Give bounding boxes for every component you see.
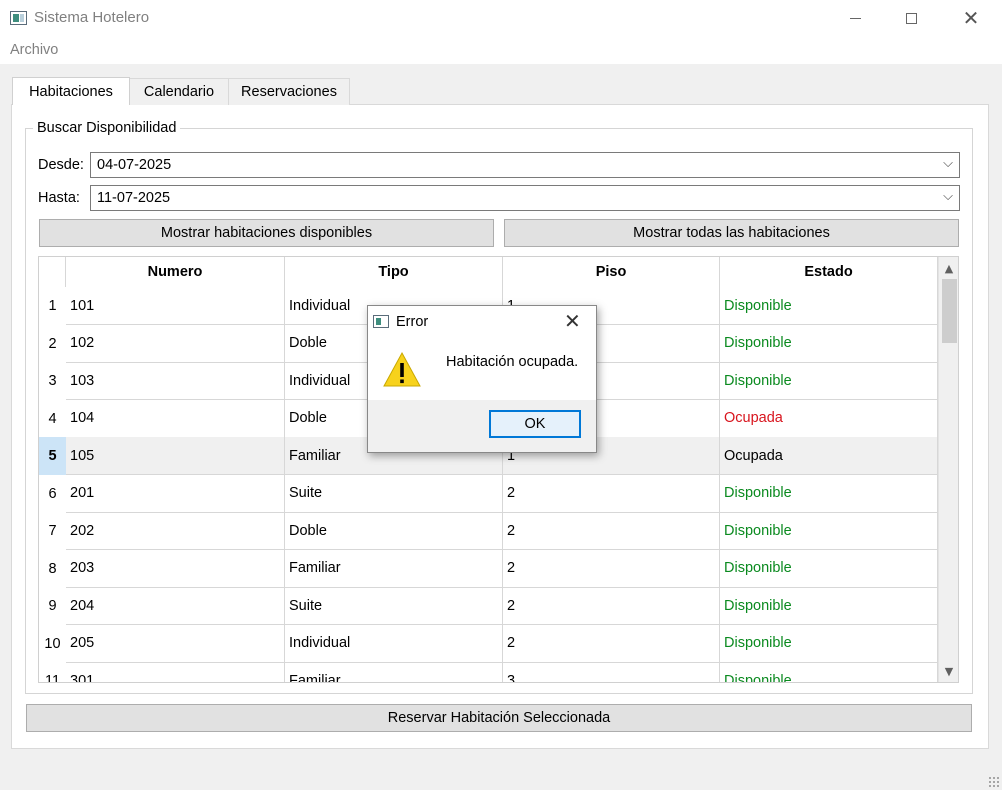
title-bar: Sistema Hotelero ✕ xyxy=(0,0,1002,36)
ok-button[interactable]: OK xyxy=(489,410,581,438)
cell-numero[interactable]: 103 xyxy=(66,362,285,400)
scroll-up-icon[interactable]: ▲ xyxy=(939,259,958,277)
cell-numero[interactable]: 205 xyxy=(66,624,285,663)
row-header[interactable]: 7 xyxy=(39,512,66,550)
warning-icon xyxy=(383,351,421,387)
chevron-down-icon[interactable]: ⌵ xyxy=(943,189,953,204)
row-header[interactable]: 8 xyxy=(39,550,66,588)
maximize-button[interactable] xyxy=(882,0,940,36)
cell-piso[interactable]: 2 xyxy=(503,624,720,663)
table-row[interactable]: 10 205 Individual 2 Disponible xyxy=(39,624,939,663)
dialog-title: Error xyxy=(396,314,429,330)
dialog-message: Habitación ocupada. xyxy=(446,354,579,370)
row-header[interactable]: 6 xyxy=(39,475,66,513)
minimize-button[interactable] xyxy=(826,0,884,36)
cell-estado[interactable]: Disponible xyxy=(720,662,938,682)
table-row[interactable]: 11 301 Familiar 3 Disponible xyxy=(39,662,939,682)
cell-piso[interactable]: 2 xyxy=(503,512,720,550)
cell-numero[interactable]: 301 xyxy=(66,662,285,682)
row-header[interactable]: 11 xyxy=(39,662,66,682)
row-header[interactable]: 5 xyxy=(39,437,66,475)
cell-tipo[interactable]: Suite xyxy=(285,587,503,625)
column-header-numero[interactable]: Numero xyxy=(66,257,285,287)
column-header-piso[interactable]: Piso xyxy=(503,257,720,287)
cell-numero[interactable]: 104 xyxy=(66,399,285,438)
close-button[interactable]: ✕ xyxy=(942,0,1000,36)
cell-estado[interactable]: Ocupada xyxy=(720,399,938,438)
cell-numero[interactable]: 203 xyxy=(66,549,285,588)
cell-estado[interactable]: Ocupada xyxy=(720,437,938,475)
cell-numero[interactable]: 101 xyxy=(66,287,285,325)
row-header[interactable]: 9 xyxy=(39,587,66,625)
table-row[interactable]: 9 204 Suite 2 Disponible xyxy=(39,587,939,625)
cell-numero[interactable]: 105 xyxy=(66,437,285,475)
mostrar-todas-button[interactable]: Mostrar todas las habitaciones xyxy=(504,219,959,247)
cell-tipo[interactable]: Suite xyxy=(285,474,503,513)
cell-numero[interactable]: 102 xyxy=(66,324,285,363)
cell-estado[interactable]: Disponible xyxy=(720,324,938,363)
cell-tipo[interactable]: Familiar xyxy=(285,662,503,682)
tab-reservaciones[interactable]: Reservaciones xyxy=(228,78,350,105)
mostrar-disponibles-button[interactable]: Mostrar habitaciones disponibles xyxy=(39,219,494,247)
row-header[interactable]: 3 xyxy=(39,362,66,400)
maximize-icon xyxy=(905,12,917,24)
cell-estado[interactable]: Disponible xyxy=(720,474,938,513)
chevron-down-icon[interactable]: ⌵ xyxy=(943,156,953,171)
cell-numero[interactable]: 204 xyxy=(66,587,285,625)
vertical-scrollbar[interactable]: ▲ ▼ xyxy=(938,257,958,682)
cell-tipo[interactable]: Doble xyxy=(285,512,503,550)
column-header-tipo[interactable]: Tipo xyxy=(285,257,503,287)
cell-estado[interactable]: Disponible xyxy=(720,287,938,325)
app-icon xyxy=(10,11,27,25)
table-row[interactable]: 6 201 Suite 2 Disponible xyxy=(39,474,939,513)
resize-grip-icon[interactable] xyxy=(988,776,1000,788)
row-header[interactable]: 2 xyxy=(39,325,66,363)
tab-calendario[interactable]: Calendario xyxy=(129,78,229,105)
dialog-body: Habitación ocupada. xyxy=(368,338,596,400)
cell-estado[interactable]: Disponible xyxy=(720,512,938,550)
menu-bar: Archivo xyxy=(0,36,1002,64)
cell-estado[interactable]: Disponible xyxy=(720,362,938,400)
desde-label: Desde: xyxy=(38,157,84,173)
reservar-button[interactable]: Reservar Habitación Seleccionada xyxy=(26,704,972,732)
column-header-estado[interactable]: Estado xyxy=(720,257,938,287)
close-icon: ✕ xyxy=(962,6,980,30)
cell-tipo[interactable]: Familiar xyxy=(285,549,503,588)
table-row[interactable]: 8 203 Familiar 2 Disponible xyxy=(39,549,939,588)
cell-tipo[interactable]: Individual xyxy=(285,624,503,663)
hasta-value: 11-07-2025 xyxy=(97,190,171,206)
scroll-down-icon[interactable]: ▼ xyxy=(939,662,958,680)
tab-habitaciones[interactable]: Habitaciones xyxy=(12,77,130,105)
row-header[interactable]: 4 xyxy=(39,400,66,438)
cell-piso[interactable]: 2 xyxy=(503,587,720,625)
cell-estado[interactable]: Disponible xyxy=(720,624,938,663)
table-row[interactable]: 7 202 Doble 2 Disponible xyxy=(39,512,939,550)
cell-piso[interactable]: 2 xyxy=(503,549,720,588)
desde-value: 04-07-2025 xyxy=(97,157,172,173)
row-header[interactable]: 10 xyxy=(39,625,66,663)
window-title: Sistema Hotelero xyxy=(34,9,150,26)
desde-datepicker[interactable]: 04-07-2025 ⌵ xyxy=(90,152,960,178)
scroll-thumb[interactable] xyxy=(942,279,957,343)
menu-archivo[interactable]: Archivo xyxy=(10,42,58,58)
hasta-datepicker[interactable]: 11-07-2025 ⌵ xyxy=(90,185,960,211)
cell-numero[interactable]: 202 xyxy=(66,512,285,550)
cell-piso[interactable]: 2 xyxy=(503,474,720,513)
row-header[interactable]: 1 xyxy=(39,287,66,325)
grid-header: Numero Tipo Piso Estado xyxy=(39,257,939,287)
cell-estado[interactable]: Disponible xyxy=(720,587,938,625)
dialog-app-icon xyxy=(373,315,389,328)
cell-numero[interactable]: 201 xyxy=(66,474,285,513)
hasta-label: Hasta: xyxy=(38,190,80,206)
close-icon[interactable]: ✕ xyxy=(564,309,581,333)
cell-estado[interactable]: Disponible xyxy=(720,549,938,588)
dialog-title-bar: Error ✕ xyxy=(368,306,596,338)
error-dialog: Error ✕ Habitación ocupada. OK xyxy=(367,305,597,453)
minimize-icon xyxy=(849,17,861,19)
cell-piso[interactable]: 3 xyxy=(503,662,720,682)
group-title: Buscar Disponibilidad xyxy=(33,120,181,136)
